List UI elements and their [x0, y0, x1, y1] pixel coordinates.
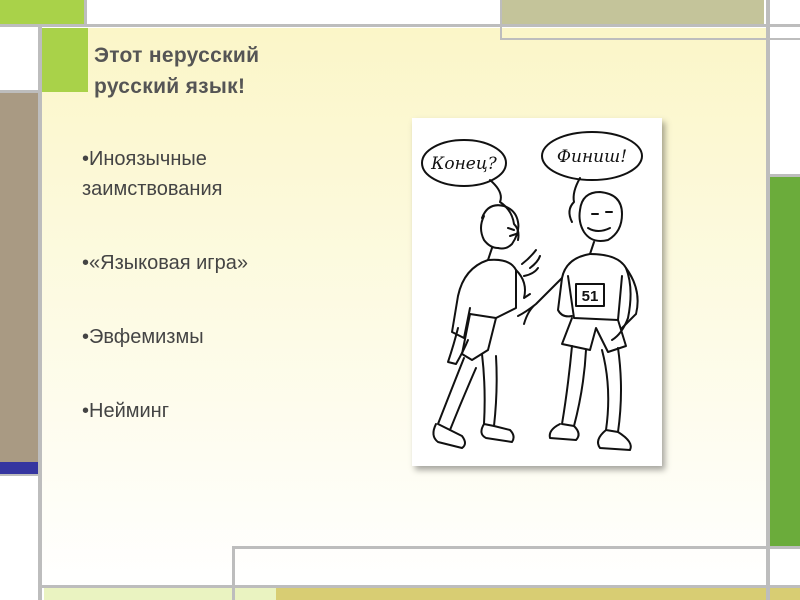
right-bubble-text: Финиш!	[557, 147, 627, 167]
bullet-text: •«Языковая игра»	[82, 252, 248, 274]
right-bubble-tail	[568, 177, 581, 223]
bottom-lime-block	[44, 588, 276, 600]
slide-title-line-2: русский язык!	[94, 75, 246, 98]
title-accent-square	[42, 28, 88, 92]
green-corner-block	[0, 0, 84, 24]
grid-line	[770, 546, 800, 549]
grid-line	[232, 546, 800, 549]
bullet-item-euphemisms: •Эвфемизмы	[82, 322, 204, 352]
right-green-block	[770, 176, 800, 546]
bullet-item-language-game: •«Языковая игра»	[82, 248, 248, 278]
left-bubble-text: Конец?	[430, 154, 498, 174]
grid-line	[84, 0, 87, 27]
grid-line	[38, 585, 800, 588]
bullet-item-naming: •Нейминг	[82, 396, 169, 426]
slide-title: Этот нерусский русский язык!	[94, 40, 394, 102]
bullet-item-borrowings: •Иноязычные заимствования	[82, 144, 222, 204]
left-runner-figure	[432, 204, 541, 449]
grid-line	[766, 174, 800, 177]
bullet-text: •Эвфемизмы	[82, 326, 204, 348]
bullet-text: •Нейминг	[82, 400, 170, 422]
grid-line	[766, 0, 770, 600]
left-bubble-tail	[489, 179, 520, 241]
race-bib-number: 51	[582, 288, 599, 305]
right-runner-figure	[517, 191, 639, 451]
top-olive-block	[500, 0, 764, 24]
grid-line	[232, 546, 235, 600]
slide-title-line-1: Этот нерусский	[94, 44, 260, 67]
grid-line	[0, 90, 42, 93]
runners-cartoon-image: Конец? Финиш! 51	[412, 118, 662, 466]
grid-line	[0, 24, 800, 27]
left-indigo-block	[0, 462, 38, 474]
left-taupe-block	[0, 92, 38, 462]
bullet-text-continued: заимствования	[82, 178, 223, 200]
grid-line	[500, 38, 800, 40]
runners-cartoon-drawing: Конец? Финиш! 51	[421, 131, 643, 451]
bullet-text: •Иноязычные	[82, 148, 207, 170]
grid-line	[0, 474, 42, 476]
grid-line	[38, 24, 42, 600]
grid-line	[500, 0, 502, 40]
bottom-gold-block	[276, 588, 800, 600]
